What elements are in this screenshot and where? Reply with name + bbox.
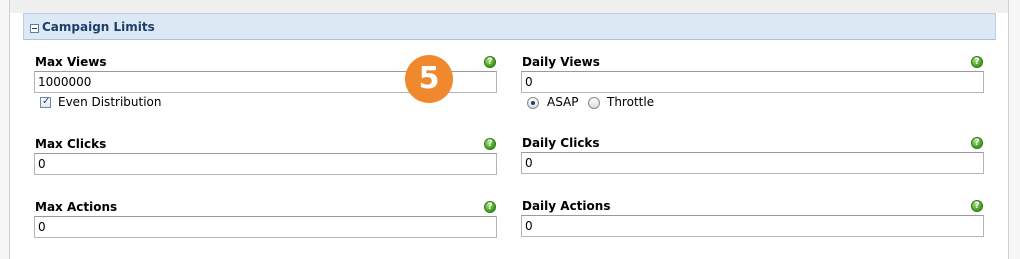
- help-icon[interactable]: ?: [484, 138, 496, 150]
- max-clicks-input[interactable]: [34, 153, 497, 175]
- daily-clicks-input[interactable]: [521, 152, 984, 174]
- daily-actions-input[interactable]: [521, 215, 984, 237]
- top-strip: [10, 0, 1008, 13]
- even-distribution-checkbox[interactable]: ✓: [40, 96, 51, 108]
- asap-label: ASAP: [547, 95, 579, 109]
- section-header[interactable]: Campaign Limits: [23, 13, 996, 40]
- max-views-label: Max Views: [35, 55, 107, 69]
- help-icon[interactable]: ?: [971, 56, 983, 68]
- daily-actions-label: Daily Actions: [522, 199, 611, 213]
- daily-views-label: Daily Views: [522, 55, 600, 69]
- radio-selected-dot: [531, 101, 535, 105]
- daily-views-input[interactable]: [521, 71, 984, 93]
- right-border: [1008, 0, 1009, 259]
- throttle-label: Throttle: [607, 95, 655, 109]
- max-actions-label: Max Actions: [35, 200, 118, 214]
- help-icon[interactable]: ?: [971, 200, 983, 212]
- daily-clicks-label: Daily Clicks: [522, 136, 600, 150]
- max-actions-input[interactable]: [34, 216, 497, 238]
- step-number-badge: 5: [405, 55, 453, 103]
- collapse-icon[interactable]: [30, 24, 39, 33]
- even-distribution-label: Even Distribution: [58, 95, 162, 109]
- checkmark-icon: ✓: [42, 96, 51, 107]
- throttle-radio[interactable]: [588, 97, 600, 109]
- asap-radio[interactable]: [527, 97, 539, 109]
- section-title: Campaign Limits: [42, 20, 155, 34]
- max-clicks-label: Max Clicks: [35, 137, 107, 151]
- help-icon[interactable]: ?: [971, 137, 983, 149]
- help-icon[interactable]: ?: [484, 201, 496, 213]
- help-icon[interactable]: ?: [484, 56, 496, 68]
